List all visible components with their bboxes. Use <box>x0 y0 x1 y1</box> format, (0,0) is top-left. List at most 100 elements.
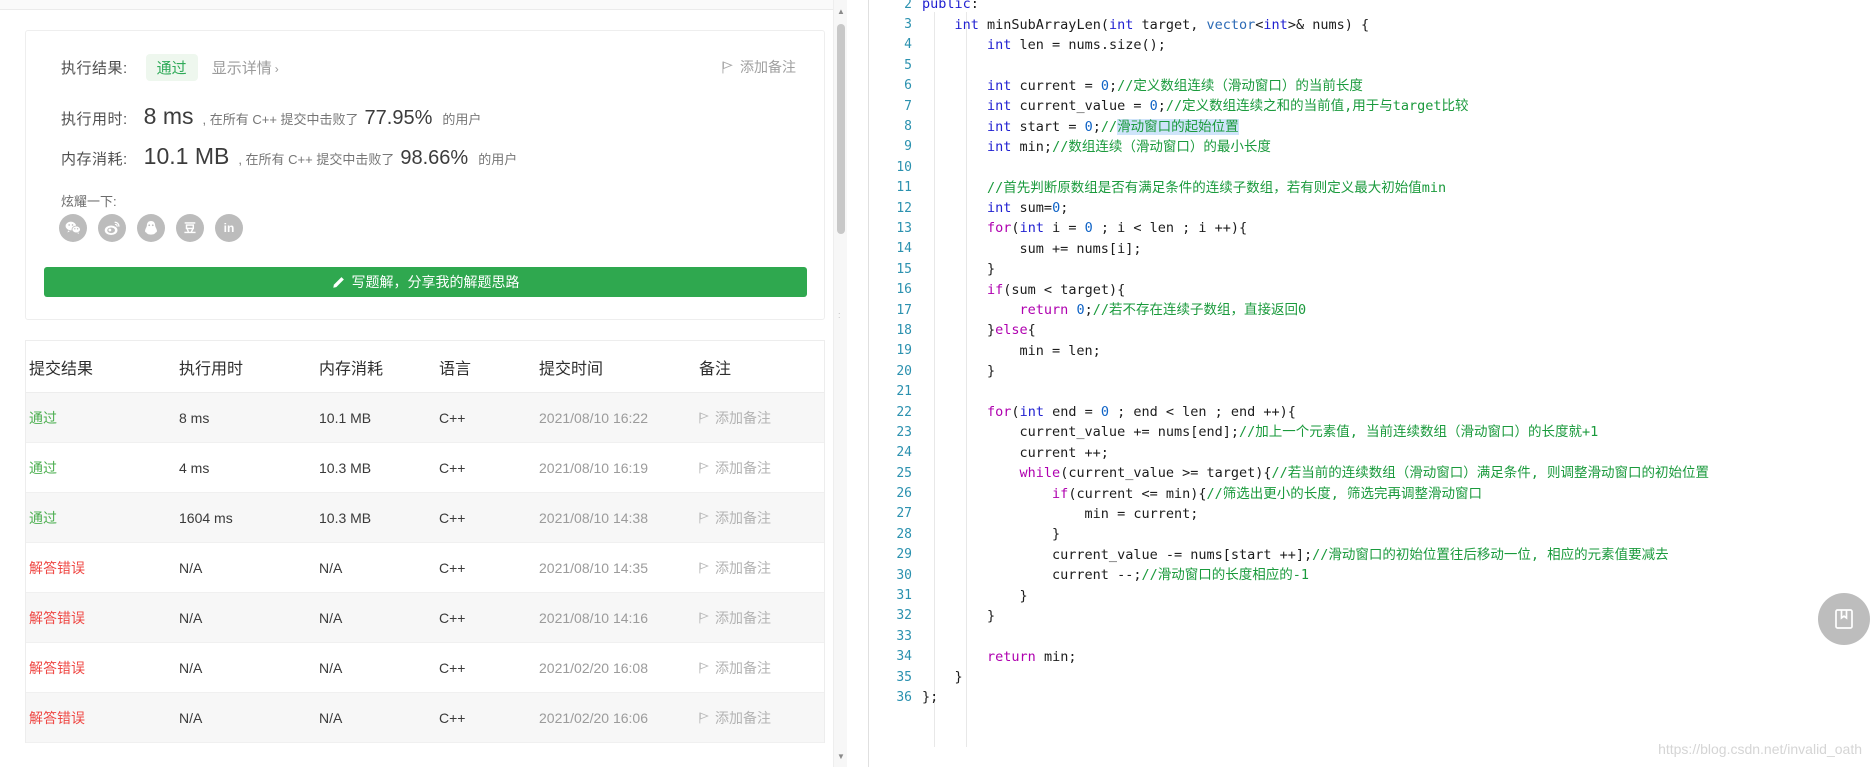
table-row[interactable]: 解答错误 N/A N/A C++ 2021/08/10 14:16 添加备注 <box>26 593 824 643</box>
code-line[interactable]: 15 } <box>868 259 1876 279</box>
code-text[interactable]: current_value += nums[end];//加上一个元素值, 当前… <box>922 422 1599 442</box>
code-line[interactable]: 27 min = current; <box>868 504 1876 524</box>
code-text[interactable]: min = current; <box>922 504 1199 524</box>
code-text[interactable]: int minSubArrayLen(int target, vector<in… <box>922 15 1370 35</box>
code-line[interactable]: 7 int current_value = 0;//定义数组连续之和的当前值,用… <box>868 96 1876 116</box>
code-editor-panel[interactable]: 2 public: 3 int minSubArrayLen(int target,… <box>868 0 1876 767</box>
code-text[interactable]: }else{ <box>922 320 1036 340</box>
code-text[interactable]: if(current <= min){//筛选出更小的长度, 筛选完再调整滑动窗… <box>922 484 1482 504</box>
code-line[interactable]: 8 int start = 0;//滑动窗口的起始位置 <box>868 116 1876 136</box>
code-text[interactable]: int sum=0; <box>922 198 1068 218</box>
douban-icon[interactable]: 豆 <box>176 214 204 242</box>
code-text[interactable]: sum += nums[i]; <box>922 239 1142 259</box>
cell-status[interactable]: 通过 <box>26 508 176 528</box>
code-line[interactable]: 22 for(int end = 0 ; end < len ; end ++)… <box>868 402 1876 422</box>
code-line[interactable]: 30 current --;//滑动窗口的长度相应的-1 <box>868 565 1876 585</box>
write-solution-button[interactable]: 写题解，分享我的解题思路 <box>44 267 807 297</box>
code-text[interactable]: if(sum < target){ <box>922 280 1125 300</box>
cell-status[interactable]: 解答错误 <box>26 608 176 628</box>
code-line[interactable]: 28 } <box>868 524 1876 544</box>
cell-add-note[interactable]: 添加备注 <box>696 608 826 628</box>
table-row[interactable]: 解答错误 N/A N/A C++ 2021/02/20 16:08 添加备注 <box>26 643 824 693</box>
code-line[interactable]: 35 } <box>868 667 1876 687</box>
cell-add-note[interactable]: 添加备注 <box>696 508 826 528</box>
code-text[interactable]: int current_value = 0;//定义数组连续之和的当前值,用于与… <box>922 96 1469 116</box>
code-line[interactable]: 34 return min; <box>868 647 1876 667</box>
show-detail-link[interactable]: 显示详情 › <box>212 57 279 78</box>
table-row[interactable]: 通过 4 ms 10.3 MB C++ 2021/08/10 16:19 添加备注 <box>26 443 824 493</box>
code-line[interactable]: 36}; <box>868 687 1876 707</box>
add-note-button[interactable]: 添加备注 <box>722 57 796 77</box>
scroll-down-icon[interactable]: ▼ <box>834 749 847 763</box>
code-lines[interactable]: 2 public: 3 int minSubArrayLen(int target,… <box>868 0 1876 708</box>
code-text[interactable]: } <box>922 586 1028 606</box>
code-text[interactable]: } <box>922 524 1060 544</box>
code-line[interactable]: 14 sum += nums[i]; <box>868 239 1876 259</box>
code-line[interactable]: 9 int min;//数组连续（滑动窗口）的最小长度 <box>868 137 1876 157</box>
cell-status[interactable]: 通过 <box>26 408 176 428</box>
code-line[interactable]: 4 int len = nums.size(); <box>868 35 1876 55</box>
table-row[interactable]: 通过 1604 ms 10.3 MB C++ 2021/08/10 14:38 添加备注 <box>26 493 824 543</box>
code-text[interactable]: } <box>922 259 995 279</box>
code-text[interactable]: while(current_value >= target){//若当前的连续数… <box>922 463 1709 483</box>
cell-status[interactable]: 解答错误 <box>26 558 176 578</box>
code-text[interactable]: current_value -= nums[start ++];//滑动窗口的初… <box>922 545 1669 565</box>
code-line[interactable]: 17 return 0;//若不存在连续子数组，直接返回0 <box>868 300 1876 320</box>
qq-icon[interactable] <box>137 214 165 242</box>
code-line[interactable]: 32 } <box>868 606 1876 626</box>
code-text[interactable]: } <box>922 606 995 626</box>
cell-status[interactable]: 解答错误 <box>26 658 176 678</box>
code-line[interactable]: 5 <box>868 55 1876 75</box>
code-line[interactable]: 33 <box>868 626 1876 646</box>
cell-add-note[interactable]: 添加备注 <box>696 558 826 578</box>
code-text[interactable]: for(int end = 0 ; end < len ; end ++){ <box>922 402 1296 422</box>
code-line[interactable]: 16 if(sum < target){ <box>868 279 1876 299</box>
code-text[interactable]: int start = 0;//滑动窗口的起始位置 <box>922 117 1239 137</box>
code-text[interactable]: //首先判断原数组是否有满足条件的连续子数组，若有则定义最大初始值min <box>922 178 1446 198</box>
code-text[interactable]: int len = nums.size(); <box>922 35 1166 55</box>
code-line[interactable]: 12 int sum=0; <box>868 198 1876 218</box>
code-text[interactable]: public: <box>922 0 979 14</box>
book-icon[interactable] <box>1818 593 1870 645</box>
cell-status[interactable]: 解答错误 <box>26 708 176 728</box>
code-line[interactable]: 21 <box>868 381 1876 401</box>
table-row[interactable]: 解答错误 N/A N/A C++ 2021/08/10 14:35 添加备注 <box>26 543 824 593</box>
cell-add-note[interactable]: 添加备注 <box>696 408 826 428</box>
cell-add-note[interactable]: 添加备注 <box>696 458 826 478</box>
code-line[interactable]: 31 } <box>868 585 1876 605</box>
code-text[interactable]: } <box>922 667 963 687</box>
weibo-icon[interactable] <box>98 214 126 242</box>
code-line[interactable]: 19 min = len; <box>868 341 1876 361</box>
code-line[interactable]: 24 current ++; <box>868 443 1876 463</box>
code-text[interactable]: int min;//数组连续（滑动窗口）的最小长度 <box>922 137 1271 157</box>
code-text[interactable]: } <box>922 361 995 381</box>
cell-add-note[interactable]: 添加备注 <box>696 708 826 728</box>
left-scrollbar[interactable]: ▲ : ▼ <box>833 0 847 767</box>
code-line[interactable]: 3 int minSubArrayLen(int target, vector<… <box>868 14 1876 34</box>
code-line[interactable]: 23 current_value += nums[end];//加上一个元素值,… <box>868 422 1876 442</box>
scroll-up-icon[interactable]: ▲ <box>834 4 847 18</box>
code-text[interactable]: current ++; <box>922 443 1109 463</box>
code-line[interactable]: 11 //首先判断原数组是否有满足条件的连续子数组，若有则定义最大初始值min <box>868 178 1876 198</box>
cell-status[interactable]: 通过 <box>26 458 176 478</box>
code-line[interactable]: 26 if(current <= min){//筛选出更小的长度, 筛选完再调整… <box>868 483 1876 503</box>
code-text[interactable]: }; <box>922 687 938 707</box>
code-line[interactable]: 6 int current = 0;//定义数组连续（滑动窗口）的当前长度 <box>868 76 1876 96</box>
code-line[interactable]: 20 } <box>868 361 1876 381</box>
table-row[interactable]: 解答错误 N/A N/A C++ 2021/02/20 16:06 添加备注 <box>26 693 824 743</box>
code-line[interactable]: 18 }else{ <box>868 320 1876 340</box>
code-text[interactable]: for(int i = 0 ; i < len ; i ++){ <box>922 218 1247 238</box>
wechat-icon[interactable] <box>59 214 87 242</box>
cell-add-note[interactable]: 添加备注 <box>696 658 826 678</box>
code-text[interactable]: current --;//滑动窗口的长度相应的-1 <box>922 565 1309 585</box>
code-text[interactable]: min = len; <box>922 341 1101 361</box>
code-line[interactable]: 25 while(current_value >= target){//若当前的… <box>868 463 1876 483</box>
code-line[interactable]: 10 <box>868 157 1876 177</box>
code-text[interactable]: int current = 0;//定义数组连续（滑动窗口）的当前长度 <box>922 76 1363 96</box>
left-scrollbar-thumb[interactable] <box>837 24 845 234</box>
code-text[interactable]: return 0;//若不存在连续子数组，直接返回0 <box>922 300 1307 320</box>
table-row[interactable]: 通过 8 ms 10.1 MB C++ 2021/08/10 16:22 添加备注 <box>26 393 824 443</box>
code-text[interactable]: return min; <box>922 647 1076 667</box>
linkedin-icon[interactable]: in <box>215 214 243 242</box>
code-line[interactable]: 13 for(int i = 0 ; i < len ; i ++){ <box>868 218 1876 238</box>
